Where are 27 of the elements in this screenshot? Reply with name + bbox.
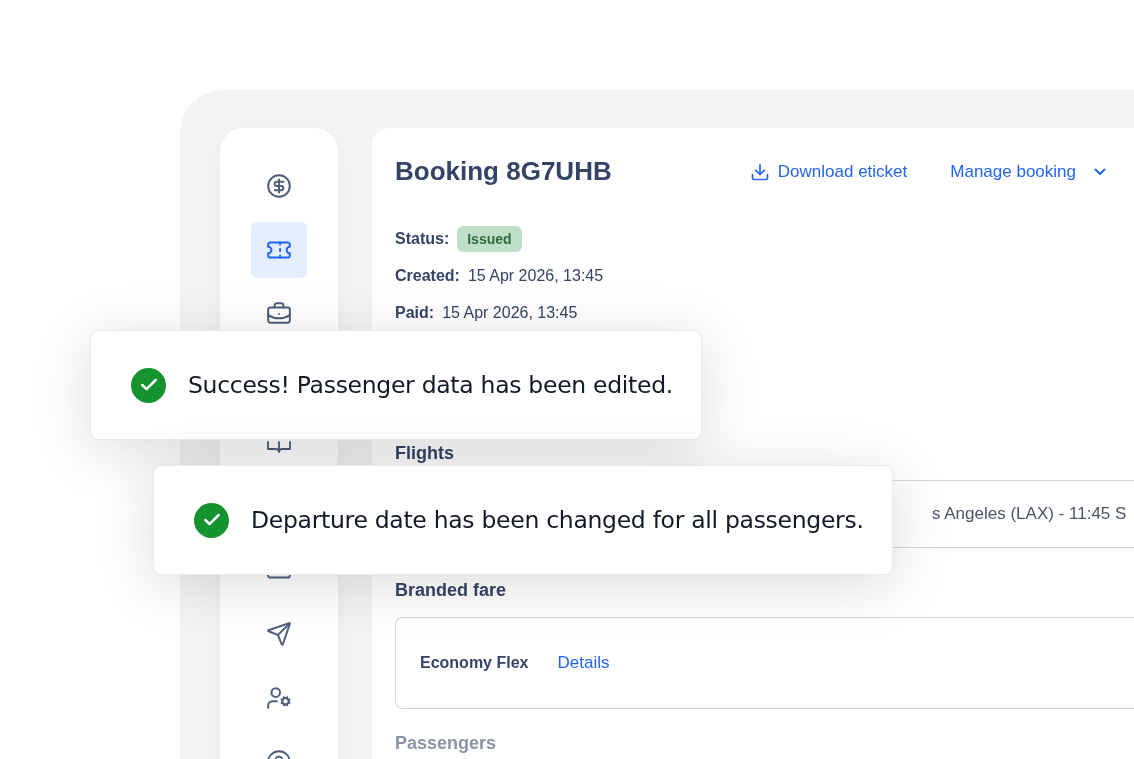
booking-title: Booking 8G7UHB — [395, 156, 613, 187]
detail-label: Created: — [395, 267, 460, 285]
flight-route: s Angeles (LAX) - 11:45 S — [932, 504, 1127, 524]
status-badge: Issued — [457, 226, 522, 252]
manage-booking-menu[interactable]: Manage booking — [950, 161, 1106, 182]
detail-value: 15 Apr 2026, 13:45 — [467, 267, 604, 285]
download-link[interactable]: Download eticket — [749, 161, 908, 182]
chevron-icon — [1094, 167, 1106, 176]
sidebar-item[interactable] — [251, 222, 307, 278]
book-icon — [267, 441, 291, 453]
section-heading: Flights — [395, 443, 455, 464]
download-icon — [749, 161, 770, 182]
section-heading: Passengers — [395, 733, 498, 754]
section-heading: Branded fare — [395, 580, 508, 601]
detail-label: Paid: — [395, 304, 435, 322]
detail-value: 15 Apr 2026, 13:45 — [442, 304, 578, 322]
send-icon — [266, 621, 292, 647]
fare-name: Economy Flex — [420, 654, 529, 672]
detail-label: Status: — [395, 230, 450, 248]
toast-message: Success! Passenger data has been edited. — [188, 371, 673, 399]
check-icon — [194, 502, 229, 538]
briefcase-icon — [266, 301, 292, 327]
dollar-icon — [266, 173, 292, 199]
user-gear-icon — [266, 685, 292, 711]
details-link[interactable]: Details — [557, 653, 610, 673]
check-icon — [131, 367, 166, 403]
toast-message: Departure date has been changed for all passengers. — [251, 506, 864, 534]
